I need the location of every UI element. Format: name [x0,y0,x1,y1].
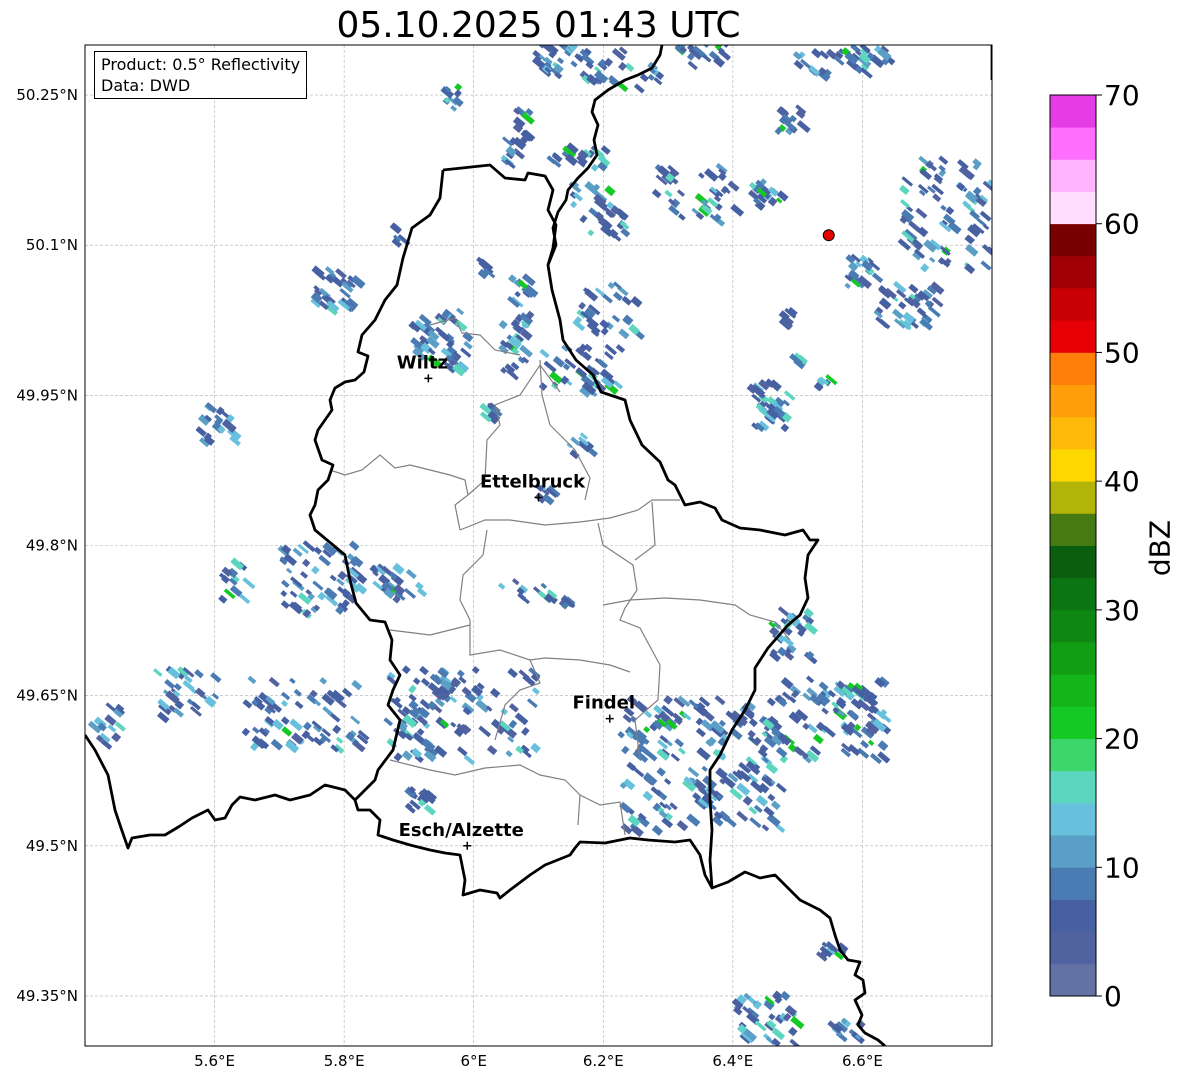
x-tick-label: 5.8°E [324,1052,365,1070]
colorbar-tick-label: 60 [1104,208,1140,241]
city-label: Wiltz [397,352,448,373]
y-tick-label: 49.95°N [16,386,78,404]
y-tick-label: 50.1°N [26,236,78,254]
colorbar-tick-label: 70 [1104,79,1140,112]
y-tick-label: 49.8°N [26,537,78,555]
colorbar-tick-label: 50 [1104,336,1140,369]
colorbar-tick-label: 10 [1104,851,1140,884]
colorbar-segment [1050,416,1096,450]
x-tick-label: 6.2°E [583,1052,624,1070]
colorbar-segment [1050,674,1096,707]
colorbar-segment [1050,481,1096,514]
colorbar-tick-label: 40 [1104,465,1140,498]
colorbar-segment [1050,159,1096,192]
data-source-text: Data: DWD [101,76,191,95]
product-info-box: Product: 0.5° Reflectivity Data: DWD [94,51,308,99]
colorbar-segment [1050,867,1096,900]
radar-site-marker [822,229,835,242]
colorbar-segment [1050,513,1096,546]
colorbar-segment [1050,835,1096,868]
colorbar-tick-label: 30 [1104,594,1140,627]
colorbar-segment [1050,899,1096,933]
y-tick-label: 49.5°N [26,837,78,855]
colorbar-segment [1050,320,1096,353]
x-tick-label: 5.6°E [194,1052,235,1070]
colorbar-segment [1050,288,1096,321]
colorbar-segment [1050,95,1096,128]
x-tick-label: 6.6°E [842,1052,883,1070]
y-tick-label: 49.35°N [16,987,78,1005]
city-label: Ettelbruck [480,471,586,492]
colorbar-tick-label: 20 [1104,723,1140,756]
colorbar-segment [1050,963,1096,997]
y-tick-label: 50.25°N [16,86,78,104]
colorbar-segment [1050,545,1096,579]
colorbar: 0 10 20 30 40 50 60 70 [1049,79,1140,1013]
colorbar-segment [1050,448,1096,482]
city-label: Findel [572,693,635,714]
colorbar-segment [1050,738,1096,772]
colorbar-segment [1050,642,1096,675]
colorbar-segment [1050,255,1096,289]
x-tick-label: 6.4°E [712,1052,753,1070]
colorbar-tick-label: 0 [1104,980,1122,1013]
colorbar-segment [1050,931,1096,965]
colorbar-segment [1050,352,1096,386]
colorbar-segment [1050,577,1096,611]
colorbar-label: dBZ [1143,519,1177,577]
colorbar-segment [1050,191,1096,225]
radar-map: 5.6°E 5.8°E 6°E 6.2°E 6.4°E 6.6°E 50.25°N 50.1°… [16,44,1140,1070]
x-tick-label: 6°E [460,1052,487,1070]
colorbar-segment [1050,384,1096,418]
colorbar-segment [1050,609,1096,643]
product-text: Product: 0.5° Reflectivity [101,55,301,74]
colorbar-segment [1050,127,1096,160]
y-tick-label: 49.65°N [16,687,78,705]
colorbar-segment [1050,770,1096,804]
colorbar-segment [1050,223,1096,257]
colorbar-segment [1050,802,1096,836]
colorbar-segment [1050,706,1096,739]
city-label: Esch/Alzette [399,820,524,841]
